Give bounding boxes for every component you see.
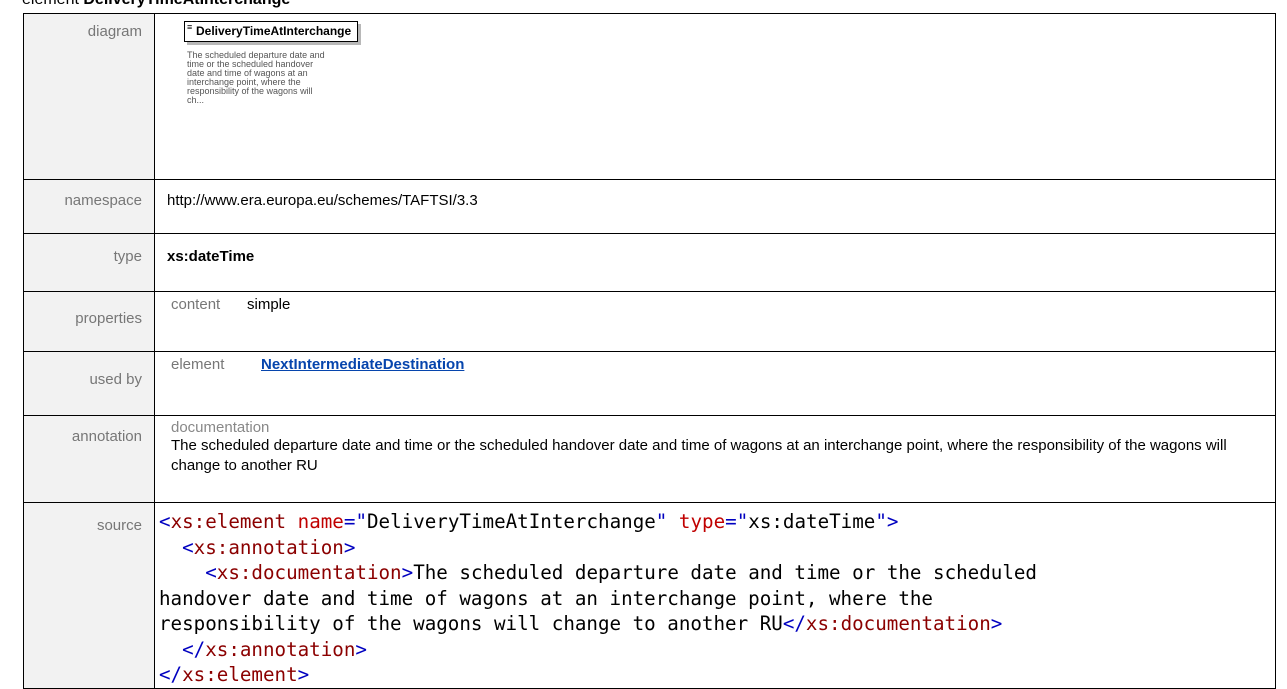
row-properties: properties content simple bbox=[23, 291, 1276, 352]
page-title-prefix: element bbox=[22, 0, 79, 8]
properties-value: content simple bbox=[154, 291, 1276, 352]
diagram: ≡ DeliveryTimeAtInterchange The schedule… bbox=[167, 14, 1275, 105]
type-value-text: xs:dateTime bbox=[167, 248, 255, 265]
used-by-entry: element NextIntermediateDestination bbox=[167, 356, 1275, 373]
namespace-value: http://www.era.europa.eu/schemes/TAFTSI/… bbox=[154, 179, 1276, 234]
label-properties: properties bbox=[23, 291, 155, 352]
label-type: type bbox=[23, 233, 155, 292]
source-code: <xs:element name="DeliveryTimeAtIntercha… bbox=[159, 510, 1037, 686]
diagram-element-name: DeliveryTimeAtInterchange bbox=[196, 24, 352, 38]
label-annotation: annotation bbox=[23, 415, 155, 503]
annotation-heading: documentation bbox=[171, 419, 270, 436]
diagram-doc-snippet: The scheduled departure date and time or… bbox=[187, 50, 325, 105]
annotation-value: documentation The scheduled departure da… bbox=[154, 415, 1276, 503]
documentation-marker-icon: ≡ bbox=[187, 22, 193, 32]
page-title-name: DeliveryTimeAtInterchange bbox=[83, 0, 290, 8]
source-value: <xs:element name="DeliveryTimeAtIntercha… bbox=[154, 502, 1276, 689]
diagram-cell: ≡ DeliveryTimeAtInterchange The schedule… bbox=[154, 13, 1276, 180]
label-diagram: diagram bbox=[23, 13, 155, 180]
label-used-by: used by bbox=[23, 351, 155, 416]
row-namespace: namespace http://www.era.europa.eu/schem… bbox=[23, 179, 1276, 234]
property-value: simple bbox=[247, 296, 291, 313]
row-used-by: used by element NextIntermediateDestinati… bbox=[23, 351, 1276, 416]
row-diagram: diagram ≡ DeliveryTimeAtInterchange The … bbox=[23, 13, 1276, 180]
annotation-text: The scheduled departure date and time or… bbox=[171, 437, 1227, 474]
used-by-kind: element bbox=[171, 356, 225, 373]
row-annotation: annotation documentation The scheduled d… bbox=[23, 415, 1276, 503]
label-source: source bbox=[23, 502, 155, 689]
used-by-link[interactable]: NextIntermediateDestination bbox=[261, 356, 464, 373]
diagram-element-box[interactable]: ≡ DeliveryTimeAtInterchange bbox=[184, 21, 359, 42]
page-title: element DeliveryTimeAtInterchange bbox=[22, 0, 290, 9]
property-content: content simple bbox=[167, 296, 1275, 313]
row-type: type xs:dateTime bbox=[23, 233, 1276, 292]
used-by-value: element NextIntermediateDestination bbox=[154, 351, 1276, 416]
properties-table: diagram ≡ DeliveryTimeAtInterchange The … bbox=[23, 13, 1276, 689]
label-namespace: namespace bbox=[23, 179, 155, 234]
type-value: xs:dateTime bbox=[154, 233, 1276, 292]
property-key: content bbox=[171, 296, 221, 313]
row-source: source <xs:element name="DeliveryTimeAtI… bbox=[23, 502, 1276, 689]
